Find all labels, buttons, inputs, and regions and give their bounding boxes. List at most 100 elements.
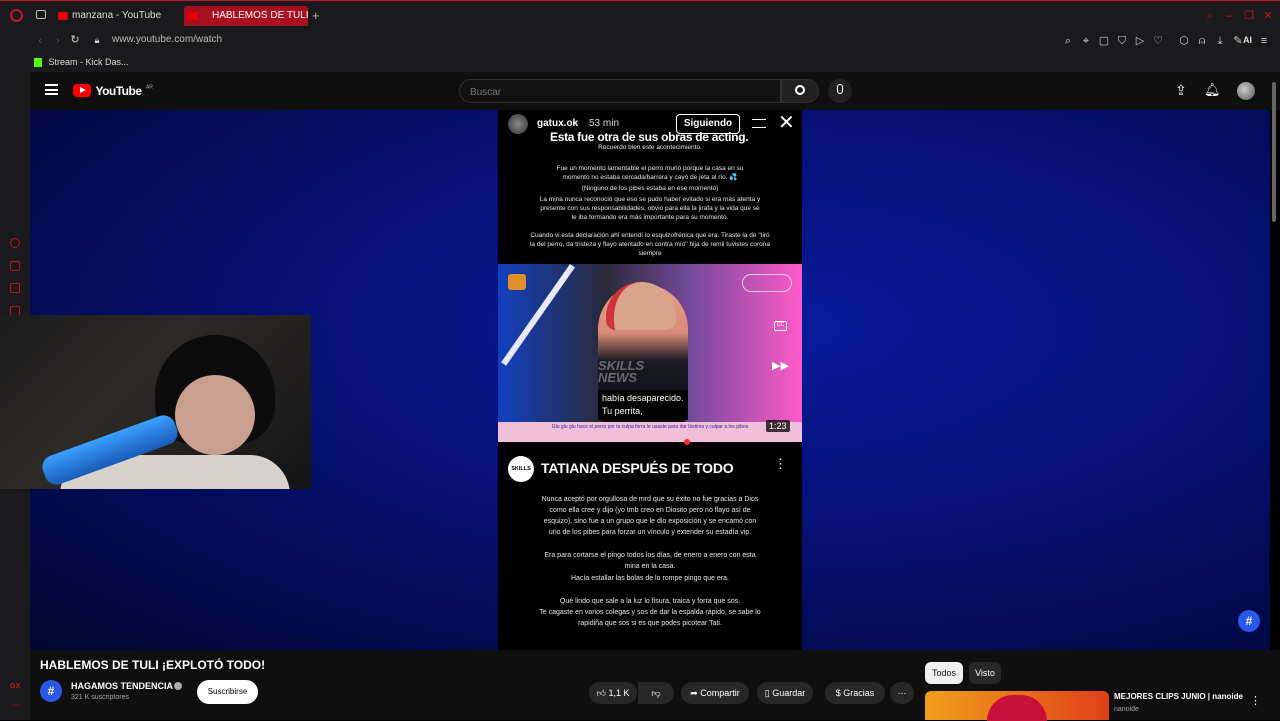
extensions-icon[interactable]: ⬡ <box>1178 35 1190 47</box>
download-icon[interactable]: ⤓ <box>1214 35 1226 47</box>
search-button[interactable] <box>781 79 819 103</box>
youtube-favicon-icon <box>58 12 68 20</box>
reload-icon[interactable]: ↻ <box>69 34 81 46</box>
post-options-icon[interactable]: ⋮ <box>774 456 787 472</box>
recommended-thumbnail[interactable] <box>925 691 1109 721</box>
snapshot-icon[interactable]: ⌖ <box>1080 35 1092 47</box>
thanks-icon: $ <box>835 688 841 698</box>
search-tabs-icon[interactable]: ⌕ <box>1204 10 1216 22</box>
clip-progress-dot[interactable] <box>684 439 690 445</box>
ai-label[interactable]: AI <box>1243 35 1252 45</box>
zoom-icon[interactable]: ⌕ <box>1062 35 1074 47</box>
kick-icon <box>34 58 42 68</box>
avatar[interactable] <box>1237 82 1255 100</box>
tab-hablemos-de-tuli[interactable]: HABLEMOS DE TULI ¡E <box>184 6 308 26</box>
close-window-icon[interactable]: ✕ <box>1262 10 1274 22</box>
maximize-icon[interactable]: ❐ <box>1243 10 1255 22</box>
heart-icon[interactable]: ♡ <box>1152 35 1164 47</box>
fast-forward-icon[interactable]: ▶▶ <box>772 359 789 372</box>
share-button[interactable]: ➦ Compartir <box>681 682 749 704</box>
gx-label[interactable]: GX <box>10 683 20 690</box>
search-box[interactable] <box>459 79 781 103</box>
save-button[interactable]: ▯ Guardar <box>757 682 813 704</box>
pip-icon[interactable]: ▢ <box>1098 35 1110 47</box>
recommended-title[interactable]: MEJORES CLIPS JUNIO | nanoide <box>1114 692 1254 701</box>
clip-caption: había desaparecido. Tu perrita, <box>598 390 688 420</box>
channel-name[interactable]: HAGAMOS TENDENCIA <box>71 681 173 691</box>
tab-manzana[interactable]: manzana - YouTube <box>54 6 180 26</box>
back-icon[interactable]: ‹ <box>34 35 46 47</box>
skills-logo: SKILLS <box>508 456 534 482</box>
more-icon[interactable]: ⋯ <box>11 700 21 711</box>
play-icon[interactable]: ▷ <box>1134 35 1146 47</box>
clip-duration: 1:23 <box>766 420 790 432</box>
subscriber-count: 321 K suscriptores <box>71 694 129 701</box>
post-paragraph: Nunca aceptó por orgullosa de mrd que su… <box>541 496 759 536</box>
like-count: 1,1 K <box>608 688 630 698</box>
post-paragraph: Era para cortarse el pingo todos los día… <box>544 552 756 570</box>
story-close-icon[interactable]: ✕ <box>778 112 795 134</box>
filter-visto[interactable]: Visto <box>969 662 1001 684</box>
lock-icon: 🔒︎ <box>94 35 100 45</box>
profile-icon[interactable]: ⍝ <box>1196 35 1208 47</box>
post-paragraph: Hacía estallar las bolas de lo rompe pin… <box>571 575 729 582</box>
minimize-icon[interactable]: – <box>1223 10 1235 22</box>
page-scrollbar[interactable] <box>1272 82 1276 222</box>
like-button[interactable]: 👍︎ 1,1 K <box>589 682 637 704</box>
shield-icon[interactable]: ⛉ <box>1116 35 1128 47</box>
bookmark-label: Stream - Kick Das... <box>48 57 129 67</box>
upload-icon[interactable]: ⇪ <box>1175 83 1187 97</box>
forward-icon[interactable]: › <box>52 35 64 47</box>
skills-logo-text: SKILLS <box>511 466 531 472</box>
tab-manager-icon[interactable] <box>36 10 46 19</box>
youtube-play-icon <box>73 84 91 98</box>
url-field[interactable]: www.youtube.com/watch <box>112 34 222 45</box>
post-paragraph: Te cagaste en varios colegas y sos de da… <box>539 609 761 627</box>
story-menu-icon[interactable] <box>752 119 766 128</box>
subscribe-button[interactable]: Suscribirse <box>197 680 258 704</box>
youtube-header: YouTube AR ⇪ 🔔︎ <box>30 72 1280 110</box>
captions-icon[interactable]: CC <box>774 321 787 331</box>
story-paragraph: Fue un momento lamentable el perro murió… <box>556 165 744 181</box>
youtube-logo-text: YouTube <box>95 83 142 98</box>
story-username: gatux.ok <box>537 118 579 129</box>
microphone-icon <box>837 84 843 94</box>
discord-icon[interactable] <box>10 283 20 293</box>
filter-todos[interactable]: Todos <box>925 662 963 684</box>
notifications-bell-icon[interactable]: 🔔︎ <box>1204 83 1221 96</box>
clip-caption-line-2: Tu perrita, <box>602 406 643 416</box>
menu-icon[interactable]: ≡ <box>1258 35 1270 47</box>
bookmark-icon: ▯ <box>764 688 770 698</box>
recommended-channel: nanoide <box>1114 706 1139 713</box>
thanks-button[interactable]: $ Gracias <box>825 682 885 704</box>
new-tab-button[interactable]: + <box>312 8 320 23</box>
opera-logo-icon[interactable] <box>10 9 23 22</box>
channel-watermark-icon[interactable]: # <box>1238 610 1260 632</box>
search-icon <box>795 85 805 95</box>
channel-avatar[interactable]: # <box>40 680 62 702</box>
story-paragraph: Cuando vi esta declaración ahí entendí l… <box>529 232 771 257</box>
messenger-icon[interactable] <box>10 261 20 271</box>
region-code: AR <box>145 84 153 91</box>
story-paragraph: Recuerdo bien este acontecimiento. <box>598 144 702 151</box>
clip-watermark: SKILLS NEWS <box>598 358 645 385</box>
hamburger-menu-icon[interactable] <box>45 84 58 95</box>
post-title: TATIANA DESPUÉS DE TODO <box>541 460 734 476</box>
recommended-options-icon[interactable]: ⋮ <box>1250 694 1261 707</box>
webcam-person-face <box>175 375 255 455</box>
more-actions-button[interactable]: ⋯ <box>890 682 914 704</box>
search-input[interactable] <box>470 84 760 100</box>
embedded-clip[interactable]: SKILLS NEWS CC ▶▶ había desaparecido. Tu… <box>498 264 802 445</box>
story-paragraph: (Ninguno de los pibes estaba en ese mome… <box>581 185 719 192</box>
limiter-icon[interactable] <box>10 238 20 248</box>
share-label: Compartir <box>700 688 740 698</box>
tab-label: HABLEMOS DE TULI ¡E <box>212 10 308 21</box>
clip-logo-badge <box>742 274 792 292</box>
voice-search-button[interactable] <box>828 79 852 103</box>
story-video[interactable]: gatux.ok 53 min Siguiendo ✕ Esta fue otr… <box>498 110 802 650</box>
story-paragraph: La mina nunca reconoció que eso se pudo … <box>539 196 761 221</box>
video-title: HABLEMOS DE TULI ¡EXPLOTÓ TODO! <box>40 658 266 672</box>
bookmark-kick[interactable]: Stream - Kick Das... <box>34 52 129 72</box>
dislike-button[interactable]: 👎︎ <box>638 682 674 704</box>
youtube-logo[interactable]: YouTube AR <box>73 82 153 100</box>
